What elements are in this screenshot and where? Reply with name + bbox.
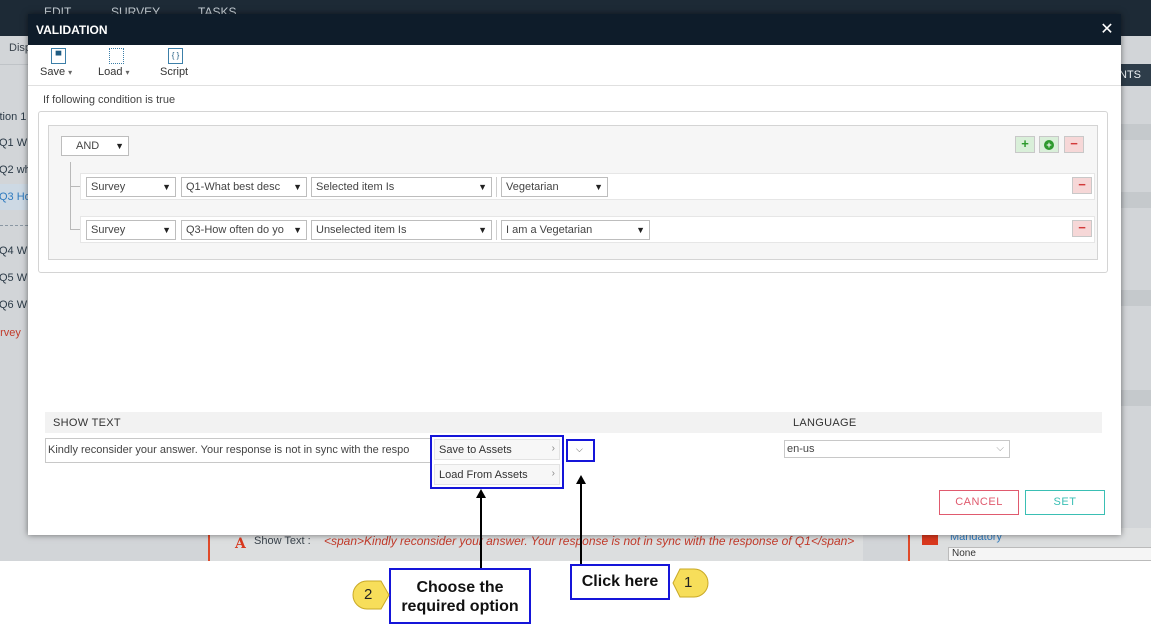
cancel-button[interactable]: CANCEL [939,490,1019,515]
save-label: Save [40,66,66,78]
chevron-down-icon: ▾ [68,68,73,77]
bg-show-text-value: <span>Kindly reconsider your answer. You… [324,534,855,548]
show-text-input[interactable]: Kindly reconsider your answer. Your resp… [45,438,465,463]
floppy-icon: ▀ [51,48,66,64]
script-button[interactable]: { } Script [159,47,193,83]
condition-row: Survey ▼ Q3-How often do yo ▼ Unselected i… [80,216,1095,243]
source-select[interactable]: Survey ▼ [86,177,176,197]
dialog-toolbar: ▀ Save ▾ Load ▾ { } Script [28,45,1121,86]
stage: EDIT SURVEY TASKS Disp ction 1 Q1 WI Q2 … [0,0,1151,632]
assets-dropdown-button[interactable]: ⌵ [566,439,595,462]
bg-left-item: urvey [0,327,21,339]
value-select[interactable]: Vegetarian ▼ [501,177,608,197]
remove-condition-button[interactable]: − [1072,177,1092,194]
operator-select[interactable]: AND ▼ [61,136,129,156]
comparison-select[interactable]: Selected item Is ▼ [311,177,492,197]
step1-number: 1 [684,574,693,591]
step1-badge: 1 [672,567,709,598]
arrow-line [480,496,482,568]
bg-right-strip [1121,390,1151,406]
tree-line [70,186,80,187]
plus-circle-icon: + [1044,140,1054,150]
tree-line [70,162,71,230]
chevron-down-icon: ⌵ [576,444,583,454]
bg-show-text-panel: A Show Text : <span>Kindly reconsider yo… [208,534,863,561]
arrow-line [580,482,582,569]
save-button[interactable]: ▀ Save ▾ [39,47,79,83]
asset-menu: Save to Assets › Load From Assets › [430,435,564,489]
chevron-right-icon: › [551,468,555,479]
bg-left-item: Q2 wh [0,164,31,176]
separator [496,177,497,197]
condition-label: If following condition is true [43,94,176,106]
dialog-header: VALIDATION ✕ [28,14,1121,45]
question-select[interactable]: Q3-How often do yo ▼ [181,220,307,240]
bg-divider [0,64,28,65]
close-icon[interactable]: ✕ [1099,21,1115,39]
value-select[interactable]: I am a Vegetarian ▼ [501,220,650,240]
source-select[interactable]: Survey ▼ [86,220,176,240]
show-text-header-row: SHOW TEXT LANGUAGE [45,412,1102,433]
chevron-right-icon: › [551,443,555,454]
language-header: LANGUAGE [793,417,857,429]
step2-callout: Choose the required option [389,568,531,624]
remove-group-button[interactable]: − [1064,136,1084,153]
load-label: Load [98,66,123,78]
bg-right-strip [1121,124,1151,140]
bg-right-bar: NTS [1119,64,1151,86]
condition-row: Survey ▼ Q1-What best desc ▼ Selected item… [80,173,1095,200]
dialog-title: VALIDATION [36,23,108,37]
add-condition-button[interactable]: + [1015,136,1035,153]
bg-left-item: Q5 WI [0,272,31,284]
condition-container: AND ▼ + + − Survey ▼ Q1-What best desc ▼ Se… [38,111,1108,273]
condition-group: AND ▼ + + − Survey ▼ Q1-What best desc ▼ Se… [48,125,1098,260]
set-button[interactable]: SET [1025,490,1105,515]
load-icon [109,48,124,64]
separator [496,220,497,240]
step2-number: 2 [364,586,373,603]
script-icon: { } [168,48,183,64]
bg-right-strip [1121,290,1151,306]
bg-left-item: Q6 WI [0,299,31,311]
bg-mandatory-value: None [948,547,1151,561]
bg-dashed-divider [0,225,28,226]
show-text-header: SHOW TEXT [53,417,121,429]
chevron-down-icon: ⌵ [996,443,1004,454]
step1-callout: Click here [570,564,670,600]
script-label: Script [160,66,189,78]
add-group-button[interactable]: + [1039,136,1059,153]
load-from-assets-item[interactable]: Load From Assets › [434,464,560,485]
save-to-assets-item[interactable]: Save to Assets › [434,439,560,460]
bg-left-item: ction 1 [0,111,27,123]
language-select[interactable]: en-us ⌵ [784,440,1010,458]
chevron-down-icon: ▾ [125,68,130,77]
bg-left-item: Q3 Ho [0,191,31,203]
comparison-select[interactable]: Unselected item Is ▼ [311,220,492,240]
question-select[interactable]: Q1-What best desc ▼ [181,177,307,197]
bg-left-item: Q4 WI [0,245,31,257]
tree-line [70,229,80,230]
load-button[interactable]: Load ▾ [97,47,137,83]
bg-text-icon: A [235,536,246,552]
bg-left-item: Q1 WI [0,137,31,149]
bg-show-text-label: Show Text : [254,535,311,547]
remove-condition-button[interactable]: − [1072,220,1092,237]
step2-badge: 2 [351,579,390,610]
bg-right-strip [1121,192,1151,208]
